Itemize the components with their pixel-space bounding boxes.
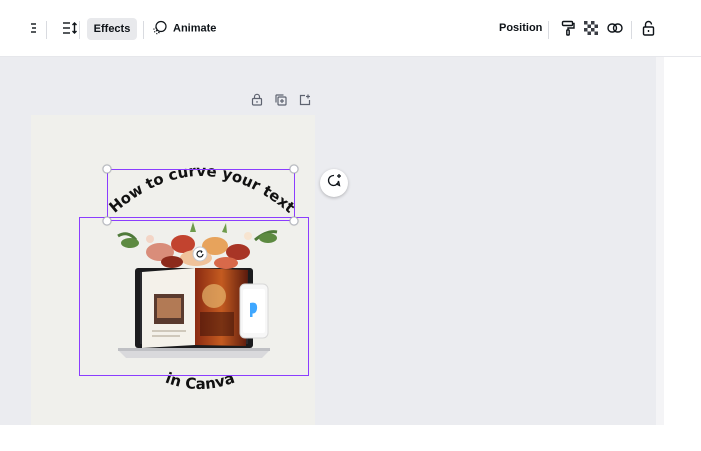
effects-label: Effects: [93, 23, 131, 35]
lock-icon[interactable]: [642, 20, 655, 36]
resize-handle[interactable]: [102, 164, 112, 174]
line-spacing-icon[interactable]: [62, 21, 78, 35]
animate-button[interactable]: Animate: [152, 20, 217, 36]
effects-button[interactable]: Effects: [87, 18, 137, 40]
animate-label: Animate: [173, 22, 217, 34]
align-icon[interactable]: [30, 22, 38, 34]
scrollbar-track[interactable]: [656, 57, 664, 425]
magic-comment-button[interactable]: [320, 169, 348, 197]
comment-add-icon: [327, 173, 342, 193]
position-button[interactable]: Position: [499, 22, 542, 34]
resize-handle[interactable]: [102, 216, 112, 226]
resize-handle[interactable]: [289, 164, 299, 174]
add-page-icon[interactable]: [299, 93, 311, 111]
text-selection-box[interactable]: [107, 169, 295, 221]
position-label: Position: [499, 22, 543, 34]
toolbar-divider: [631, 21, 632, 39]
transparency-icon[interactable]: [584, 21, 598, 35]
lock-icon[interactable]: [251, 93, 263, 111]
toolbar-divider: [46, 21, 47, 39]
animate-icon: [152, 20, 167, 36]
toolbar-divider: [79, 21, 80, 39]
rotate-icon: [196, 245, 205, 263]
paint-format-icon[interactable]: [561, 20, 575, 36]
toolbar-divider: [548, 21, 549, 39]
editor-toolbar: Effects Animate Position: [0, 0, 701, 57]
resize-handle[interactable]: [289, 216, 299, 226]
toolbar-divider: [143, 21, 144, 39]
duplicate-icon[interactable]: [275, 93, 287, 111]
image-selection-box[interactable]: [79, 217, 309, 376]
bottom-bar: [0, 425, 701, 451]
link-icon[interactable]: [607, 22, 623, 34]
rotate-handle[interactable]: [192, 245, 208, 263]
